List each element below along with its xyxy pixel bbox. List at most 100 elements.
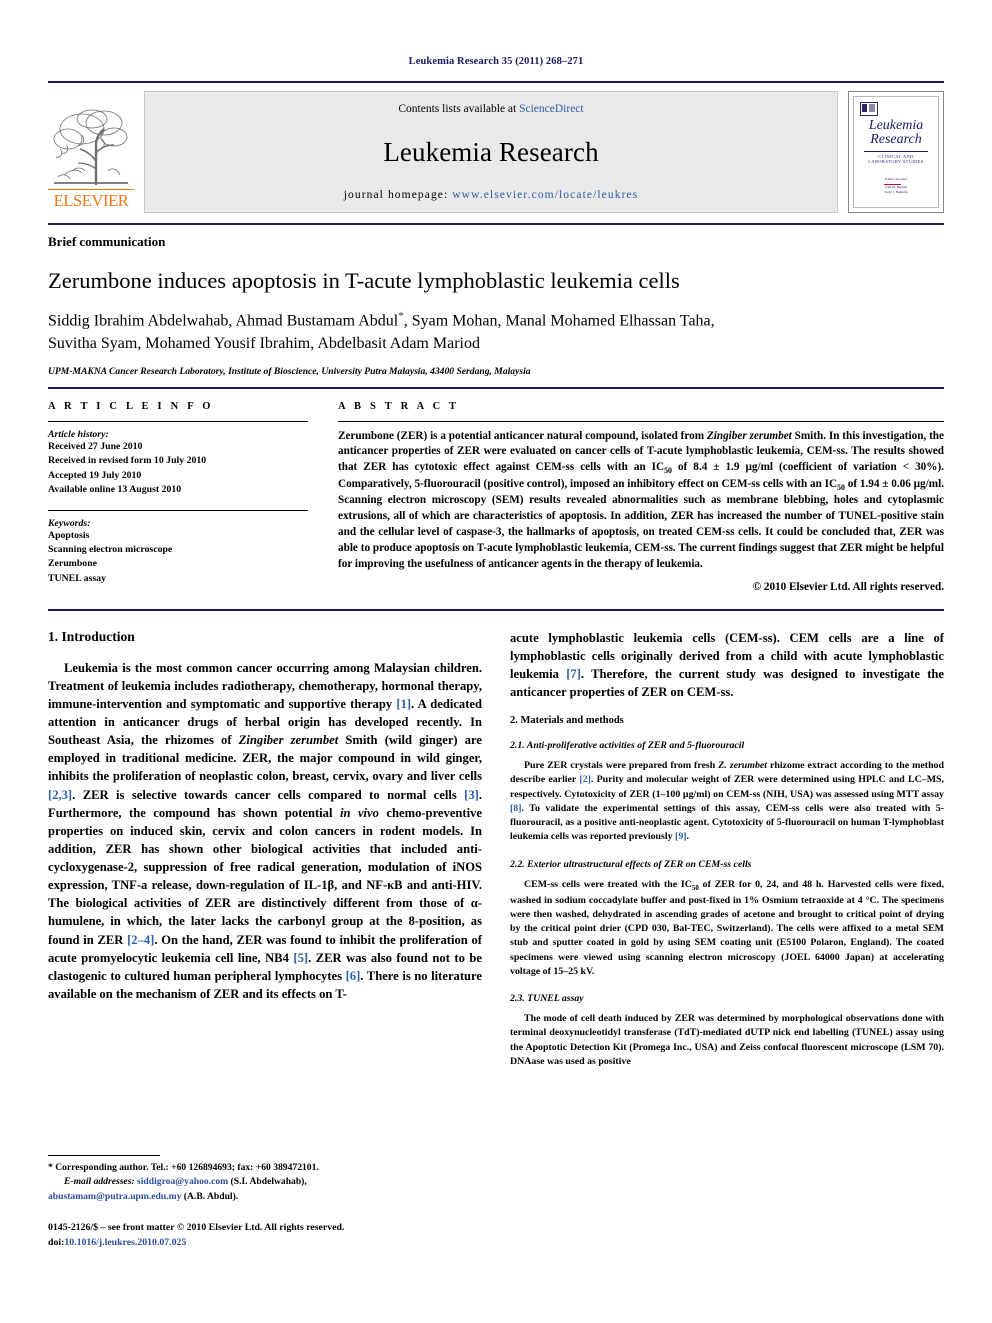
sub22-text-b: of ZER for 0, 24, and 48 h. Harvested ce… bbox=[510, 878, 945, 977]
intro-text-d: . ZER is selective towards cancer cells … bbox=[72, 787, 465, 802]
email-owner-1: (S.I. Abdelwahab), bbox=[228, 1176, 307, 1188]
corresponding-author-text: Corresponding author. Tel.: +60 12689469… bbox=[52, 1162, 319, 1173]
sciencedirect-link[interactable]: ScienceDirect bbox=[519, 103, 584, 115]
issn-copyright-block: 0145-2126/$ – see front matter © 2010 El… bbox=[48, 1221, 482, 1250]
sub21-text-a: Pure ZER crystals were prepared from fre… bbox=[524, 760, 719, 772]
citation-ref-2-3[interactable]: [2,3] bbox=[48, 788, 72, 802]
journal-cover-thumbnail: Leukemia Research CLINICAL AND LABORATOR… bbox=[848, 91, 944, 213]
running-head: Leukemia Research 35 (2011) 268–271 bbox=[408, 56, 584, 67]
doi-link[interactable]: 10.1016/j.leukres.2010.07.025 bbox=[64, 1237, 186, 1248]
cover-title-line1: Leukemia bbox=[868, 118, 924, 133]
abstract-part-4: of 1.94 ± 0.06 µg/ml. Scanning electron … bbox=[338, 477, 944, 570]
keyword-item: Scanning electron microscope bbox=[48, 544, 173, 555]
history-item: Received in revised form 10 July 2010 bbox=[48, 455, 207, 467]
sub21-text-d: . To validate the experimental settings … bbox=[510, 802, 944, 843]
intro-species-name: Zingiber zerumbet bbox=[238, 733, 339, 748]
cover-subtitle: CLINICAL AND LABORATORY STUDIES bbox=[864, 150, 928, 164]
page-title: Zerumbone induces apoptosis in T-acute l… bbox=[48, 268, 680, 293]
cover-title-line2: Research bbox=[870, 132, 922, 148]
email-link-2[interactable]: abustamam@putra.upm.edu.my bbox=[48, 1191, 181, 1202]
introduction-paragraph: Leukemia is the most common cancer occur… bbox=[48, 659, 482, 1003]
elsevier-tree-icon bbox=[53, 109, 128, 185]
keywords-rule bbox=[48, 509, 308, 511]
article-kind: Brief communication bbox=[48, 234, 166, 249]
history-item: Available online 13 August 2010 bbox=[48, 484, 182, 496]
citation-ref-1[interactable]: [1] bbox=[396, 697, 411, 711]
article-history-list: Received 27 June 2010 Received in revise… bbox=[48, 440, 308, 498]
paper-page: Leukemia Research 35 (2011) 268–271 ELSE… bbox=[0, 0, 992, 1323]
email-label: E-mail addresses: bbox=[64, 1176, 135, 1188]
body-column-right: acute lymphoblastic leukemia cells (CEM-… bbox=[510, 629, 944, 1069]
history-item: Received 27 June 2010 bbox=[48, 440, 143, 452]
subsection-2-3-paragraph: The mode of cell death induced by ZER wa… bbox=[510, 1013, 944, 1067]
subsection-2-1-paragraph: Pure ZER crystals were prepared from fre… bbox=[510, 759, 944, 845]
cover-editors-label: Editors-in-Chief bbox=[884, 176, 908, 181]
authors-line-1-rest: , Syam Mohan, Manal Mohamed Elhassan Tah… bbox=[403, 312, 715, 330]
abstract-ic50-sub-2: 50 bbox=[837, 482, 845, 492]
article-info-heading: A R T I C L E I N F O bbox=[48, 400, 214, 412]
citation-ref-2-4[interactable]: [2–4] bbox=[127, 933, 154, 947]
keyword-item: Zerumbone bbox=[48, 558, 97, 570]
sub21-species-name: Z. zerumbet bbox=[718, 760, 768, 772]
abstract-text: Zerumbone (ZER) is a potential anticance… bbox=[338, 429, 944, 573]
subsection-heading-2-2: 2.2. Exterior ultrastructural effects of… bbox=[510, 858, 752, 870]
homepage-url-link[interactable]: www.elsevier.com/locate/leukres bbox=[452, 189, 638, 201]
citation-ref-9[interactable]: [9] bbox=[675, 831, 687, 842]
subsection-heading-2-3: 2.3. TUNEL assay bbox=[510, 993, 584, 1005]
keywords-block: Keywords: Apoptosis Scanning electron mi… bbox=[48, 509, 308, 587]
section-heading-materials-methods: 2. Materials and methods bbox=[510, 715, 624, 727]
subsection-heading-2-1: 2.1. Anti-proliferative activities of ZE… bbox=[510, 740, 745, 752]
author-list: Siddig Ibrahim Abdelwahab, Ahmad Bustama… bbox=[48, 309, 944, 356]
keyword-item: TUNEL assay bbox=[48, 572, 106, 584]
abstract-ic50-sub-1: 50 bbox=[664, 466, 672, 476]
doi-label: doi: bbox=[48, 1236, 65, 1248]
header-divider bbox=[48, 223, 944, 225]
citation-ref-6[interactable]: [6] bbox=[346, 969, 361, 983]
elsevier-wordmark: ELSEVIER bbox=[48, 189, 134, 211]
cover-title: Leukemia Research bbox=[868, 118, 924, 148]
article-history-label: Article history: bbox=[48, 428, 109, 440]
citation-ref-8[interactable]: [8] bbox=[510, 803, 522, 814]
citation-ref-7[interactable]: [7] bbox=[566, 667, 581, 681]
journal-banner: ELSEVIER Contents lists available at Sci… bbox=[48, 81, 944, 213]
abstract-column: A B S T R A C T Zerumbone (ZER) is a pot… bbox=[338, 401, 944, 593]
journal-homepage-line: journal homepage: www.elsevier.com/locat… bbox=[344, 189, 639, 201]
citation-ref-5[interactable]: [5] bbox=[293, 951, 308, 965]
citation-ref-2-methods[interactable]: [2] bbox=[579, 774, 591, 785]
authors-line-1: Siddig Ibrahim Abdelwahab, Ahmad Bustama… bbox=[48, 312, 399, 330]
intro-in-vivo: in vivo bbox=[339, 805, 379, 820]
journal-title: Leukemia Research bbox=[383, 136, 599, 167]
section-heading-introduction: 1. Introduction bbox=[48, 628, 135, 644]
elsevier-logo: ELSEVIER bbox=[48, 91, 134, 213]
info-rule bbox=[48, 420, 308, 422]
cover-editor-2: Terry J. Hamblin bbox=[884, 190, 908, 195]
affiliation: UPM-MAKNA Cancer Research Laboratory, In… bbox=[48, 365, 531, 377]
email-owner-2: (A.B. Abdul). bbox=[181, 1190, 239, 1202]
homepage-label: journal homepage: bbox=[343, 189, 453, 201]
abstract-copyright: © 2010 Elsevier Ltd. All rights reserved… bbox=[752, 580, 944, 593]
contents-available-line: Contents lists available at ScienceDirec… bbox=[398, 103, 583, 115]
keywords-list: Apoptosis Scanning electron microscope Z… bbox=[48, 529, 308, 587]
body-column-left: 1. Introduction Leukemia is the most com… bbox=[48, 629, 482, 1069]
banner-center: Contents lists available at ScienceDirec… bbox=[144, 91, 838, 213]
abstract-species-name: Zingiber zerumbet bbox=[706, 429, 792, 442]
body-columns: 1. Introduction Leukemia is the most com… bbox=[48, 629, 944, 1069]
contents-prefix: Contents lists available at bbox=[398, 103, 520, 115]
citation-ref-3[interactable]: [3] bbox=[464, 788, 479, 802]
article-info-column: A R T I C L E I N F O Article history: R… bbox=[48, 401, 308, 593]
keywords-label: Keywords: bbox=[48, 517, 91, 529]
cover-inner: Leukemia Research CLINICAL AND LABORATOR… bbox=[853, 96, 939, 208]
sub22-text-a: CEM-ss cells were treated with the IC bbox=[524, 878, 692, 890]
corresponding-author-note: * Corresponding author. Tel.: +60 126894… bbox=[48, 1161, 482, 1204]
cover-elsevier-icon bbox=[860, 102, 878, 116]
email-link-1[interactable]: siddigroa@yahoo.com bbox=[137, 1176, 228, 1187]
title-block: Brief communication Zerumbone induces ap… bbox=[48, 234, 944, 377]
abstract-divider bbox=[48, 608, 944, 611]
keyword-item: Apoptosis bbox=[48, 529, 90, 541]
info-abstract-row: A R T I C L E I N F O Article history: R… bbox=[48, 401, 944, 593]
issn-line: 0145-2126/$ – see front matter © 2010 El… bbox=[48, 1222, 345, 1234]
subsection-2-2-paragraph: CEM-ss cells were treated with the IC50 … bbox=[510, 878, 944, 979]
sub21-text-e: . bbox=[686, 831, 690, 843]
footnote-block: * Corresponding author. Tel.: +60 126894… bbox=[48, 1155, 482, 1251]
abstract-part-1: Zerumbone (ZER) is a potential anticance… bbox=[338, 429, 707, 442]
